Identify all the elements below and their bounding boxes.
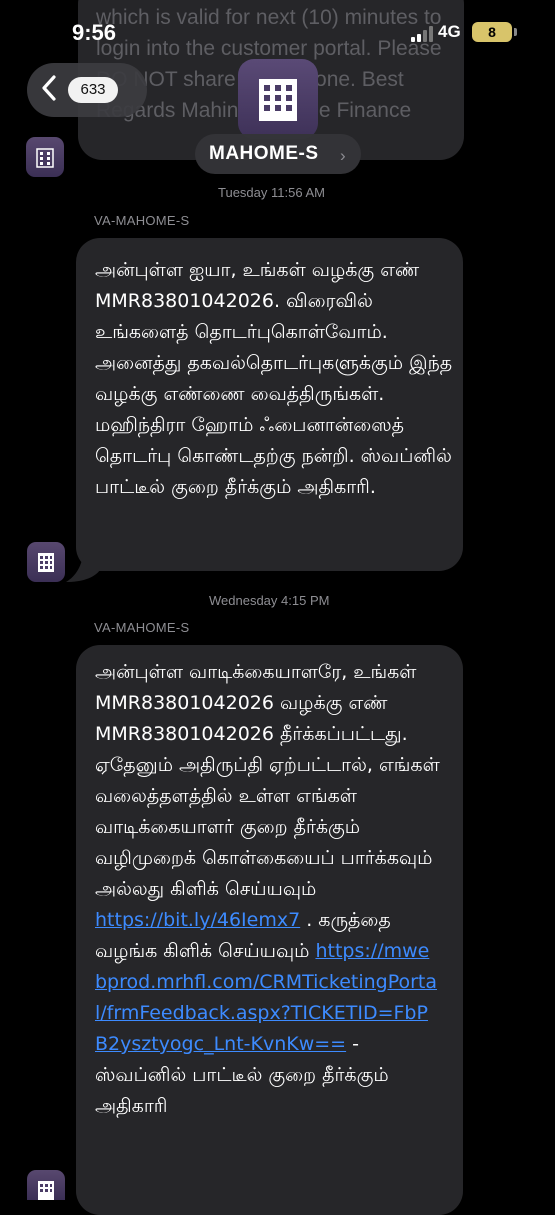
contact-name[interactable]: MAHOME-S	[209, 143, 319, 165]
message-text-part: அன்புள்ள வாடிக்கையாளரே, உங்கள் MMR838010…	[95, 661, 440, 900]
message-sender: VA-MAHOME-S	[94, 213, 190, 228]
chevron-left-icon[interactable]	[40, 74, 60, 101]
message-timestamp: Tuesday 11:56 AM	[218, 185, 325, 200]
building-icon	[38, 553, 54, 572]
message-text: அன்புள்ள வாடிக்கையாளரே, உங்கள் MMR838010…	[95, 657, 440, 1122]
unread-count-badge[interactable]: 633	[68, 77, 118, 103]
message-text: அன்புள்ள ஐயா, உங்கள் வழக்கு எண் MMR83801…	[95, 259, 453, 498]
contact-avatar[interactable]	[238, 59, 318, 139]
building-icon	[38, 1181, 54, 1200]
status-time: 9:56	[72, 20, 117, 45]
building-icon	[259, 79, 297, 121]
battery-level: 8	[488, 24, 496, 40]
signal-icon	[411, 26, 435, 42]
chevron-right-icon[interactable]: ›	[340, 146, 346, 166]
message-link[interactable]: https://bit.ly/46Iemx7	[95, 909, 300, 931]
sender-avatar[interactable]	[26, 137, 64, 177]
message-sender: VA-MAHOME-S	[94, 620, 190, 635]
battery-icon: 8	[472, 22, 512, 42]
sender-avatar[interactable]	[27, 542, 65, 582]
message-timestamp: Wednesday 4:15 PM	[209, 593, 330, 608]
network-type: 4G	[438, 22, 461, 41]
sender-avatar[interactable]	[27, 1170, 65, 1200]
building-icon	[36, 148, 54, 168]
bubble-tail	[66, 550, 100, 582]
battery-tip	[514, 28, 517, 36]
